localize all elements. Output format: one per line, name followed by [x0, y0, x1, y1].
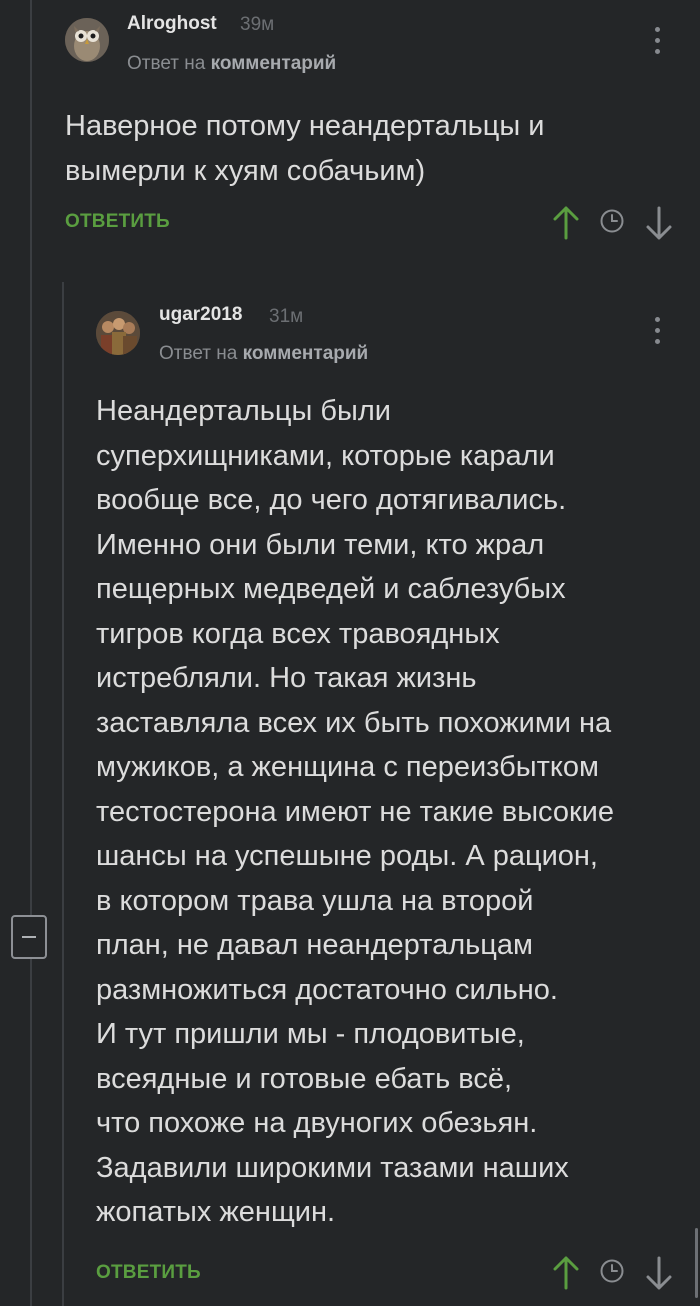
comment-time: 31м [269, 306, 304, 327]
comment-line: жопатых женщин. [96, 1196, 336, 1228]
comment-line: Именно они были теми, кто жрал [96, 528, 545, 561]
comment-body: Наверное потому неандертальцы и вымерли … [65, 104, 545, 193]
comment-time: 39м [240, 14, 275, 35]
reply-to-link[interactable]: комментарий [211, 53, 337, 74]
comment-line: вообще все, до чего дотягивались. [96, 484, 567, 516]
more-options-icon[interactable] [651, 315, 663, 347]
comment-line: пещерных медведей и саблезубых [96, 573, 566, 605]
clock-icon[interactable] [599, 208, 625, 234]
reply-button[interactable]: ОТВЕТИТЬ [96, 1262, 201, 1284]
comment-line: размножиться достаточно сильно. [96, 973, 558, 1006]
vote-up-arrow-icon[interactable] [552, 205, 580, 241]
thread-line-inner [62, 282, 64, 1306]
author-name[interactable]: ugar2018 [159, 304, 242, 326]
comment-line: план, не давал неандертальцам [96, 929, 533, 961]
scrollbar-thumb[interactable] [695, 1228, 698, 1298]
clock-icon[interactable] [599, 1258, 625, 1284]
avatar[interactable] [65, 18, 109, 62]
reply-to-prefix: Ответ на [127, 53, 206, 74]
thread-line-outer [30, 0, 32, 1306]
vote-down-arrow-icon[interactable] [645, 205, 673, 241]
comment-line: в котором трава ушла на второй [96, 884, 534, 917]
vote-up-arrow-icon[interactable] [552, 1255, 580, 1291]
comment-line: мужиков, а женщина с переизбытком [96, 751, 599, 783]
comment-line: что похоже на двуногих обезьян. [96, 1107, 538, 1139]
reply-button[interactable]: ОТВЕТИТЬ [65, 211, 170, 233]
comment-line: всеядные и готовые ебать всё, [96, 1062, 513, 1095]
comment-line: тестостерона имеют не такие высокие [96, 795, 615, 828]
comment-line: Неандертальцы были [96, 395, 391, 427]
author-name[interactable]: Alroghost [127, 13, 217, 35]
group-avatar-icon [96, 311, 140, 355]
owl-avatar-icon [65, 18, 109, 62]
comment-line: истребляли. Но такая жизнь [96, 662, 477, 694]
more-options-icon[interactable] [651, 25, 663, 57]
comment-line: Задавили широкими тазами наших [96, 1151, 569, 1184]
comment-line: тигров когда всех травоядных [96, 617, 500, 650]
avatar[interactable] [96, 311, 140, 355]
reply-to-line: Ответ на комментарий [127, 53, 336, 75]
reply-to-prefix: Ответ на [159, 343, 238, 364]
collapse-thread-button[interactable] [11, 915, 47, 959]
comment-line: суперхищниками, которые карали [96, 439, 555, 472]
comment-line: вымерли к хуям собачьим) [65, 154, 426, 187]
vote-down-arrow-icon[interactable] [645, 1255, 673, 1291]
comment-body: Неандертальцы были суперхищниками, котор… [96, 389, 614, 1235]
minus-icon [22, 936, 36, 938]
comment-line: шансы на успешыне роды. А рацион, [96, 840, 598, 872]
comment-line: И тут пришли мы - плодовитые, [96, 1018, 525, 1050]
comment-line: Наверное потому неандертальцы и [65, 110, 545, 142]
reply-to-line: Ответ на комментарий [159, 343, 368, 365]
comment-line: заставляла всех их быть похожими на [96, 706, 612, 739]
reply-to-link[interactable]: комментарий [243, 343, 369, 364]
